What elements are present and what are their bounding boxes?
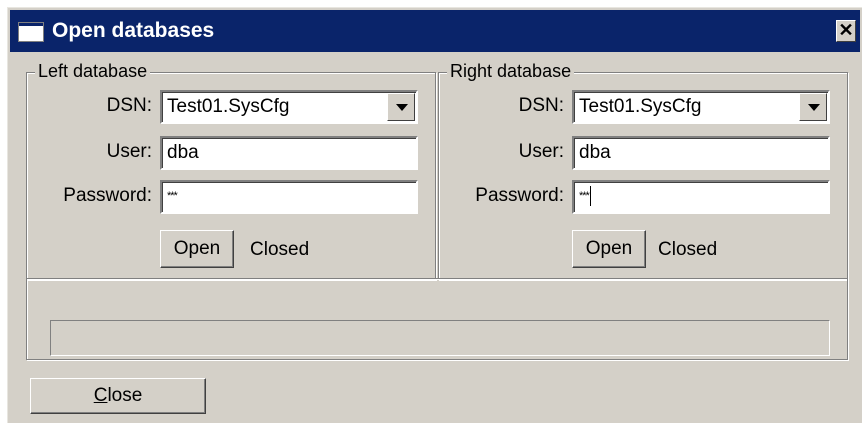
right-user-input[interactable]: dba xyxy=(572,136,830,170)
chevron-down-icon[interactable] xyxy=(387,93,415,121)
right-status-text: Closed xyxy=(658,239,718,260)
left-password-input[interactable]: *** xyxy=(160,180,418,214)
right-password-value: *** xyxy=(579,190,590,202)
right-user-label: User: xyxy=(518,141,564,162)
right-password-input[interactable]: *** xyxy=(572,180,830,214)
right-open-button[interactable]: Open xyxy=(572,230,646,268)
close-button-mnemonic: C xyxy=(93,385,108,406)
left-password-label: Password: xyxy=(63,185,152,206)
window-icon xyxy=(18,22,44,42)
close-icon[interactable]: ✕ xyxy=(836,20,856,42)
window-title: Open databases xyxy=(52,19,215,42)
right-dsn-label: DSN: xyxy=(518,95,564,116)
right-database-legend: Right database xyxy=(447,61,575,81)
right-dsn-select[interactable]: Test01.SysCfg xyxy=(572,90,830,124)
left-user-label: User: xyxy=(106,141,152,162)
left-dsn-label: DSN: xyxy=(106,95,152,116)
left-database-legend: Left database xyxy=(35,61,151,81)
close-button[interactable]: Close xyxy=(30,378,206,414)
text-caret xyxy=(589,186,591,207)
title-bar[interactable]: Open databases ✕ xyxy=(10,10,860,52)
left-status-text: Closed xyxy=(250,239,310,260)
chevron-down-icon[interactable] xyxy=(799,93,827,121)
left-open-button[interactable]: Open xyxy=(160,230,234,268)
left-dsn-select[interactable]: Test01.SysCfg xyxy=(160,90,418,124)
right-password-label: Password: xyxy=(475,185,564,206)
left-user-input[interactable]: dba xyxy=(160,136,418,170)
right-dsn-value: Test01.SysCfg xyxy=(579,96,702,117)
left-dsn-value: Test01.SysCfg xyxy=(167,96,290,117)
close-button-label: lose xyxy=(107,385,143,406)
progress-bar xyxy=(50,320,830,356)
